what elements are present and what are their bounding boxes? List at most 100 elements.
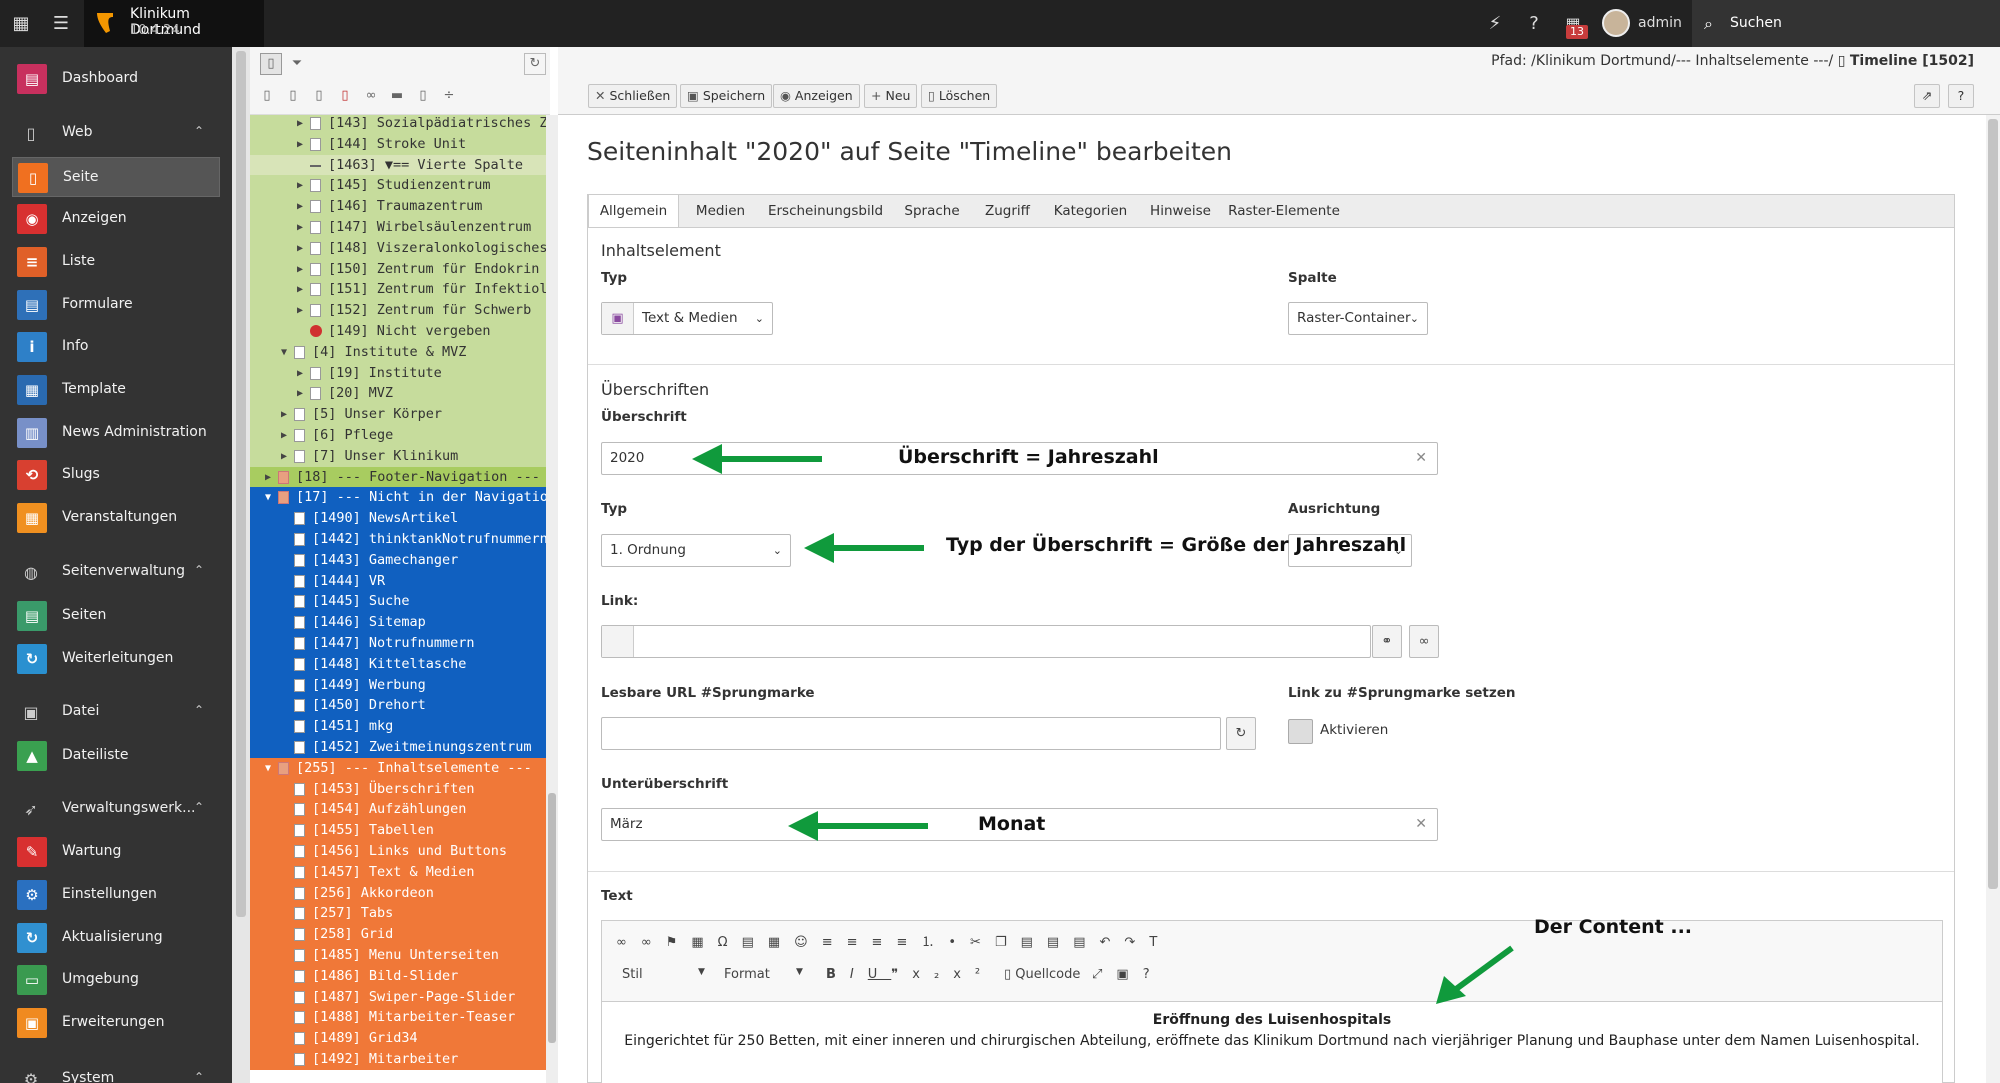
new-button[interactable]: + Neu bbox=[864, 84, 918, 108]
menu-item-slugs[interactable]: ⟲ Slugs bbox=[12, 455, 220, 495]
menu-item-einstellungen[interactable]: ⚙ Einstellungen bbox=[12, 875, 220, 915]
menu-item-template[interactable]: ▦ Template bbox=[12, 370, 220, 410]
rte-paste-icon[interactable]: ▤ bbox=[1021, 935, 1047, 950]
menu-item-weiterleitungen[interactable]: ↻ Weiterleitungen bbox=[12, 639, 220, 679]
expand-icon[interactable]: ▶ bbox=[294, 363, 306, 384]
page-backend-icon[interactable]: ▯ bbox=[308, 85, 330, 107]
rte-anchor-icon[interactable]: ⚑ bbox=[666, 935, 692, 950]
collapse-icon[interactable]: ▼ bbox=[278, 342, 290, 363]
module-menu-scrollbar[interactable] bbox=[232, 47, 250, 1083]
search-button[interactable]: ⌕ Suchen bbox=[1692, 0, 2000, 47]
tree-item[interactable]: [1463] ▼== Vierte Spalte bbox=[250, 154, 546, 176]
tab-zugriff[interactable]: Zugriff bbox=[975, 195, 1040, 228]
rte-quote-icon[interactable]: ❞ bbox=[891, 967, 912, 982]
anchor-checkbox[interactable] bbox=[1288, 719, 1313, 744]
expand-icon[interactable]: ▶ bbox=[294, 238, 306, 259]
tree-item[interactable]: [1454] Aufzählungen bbox=[250, 799, 546, 821]
expand-icon[interactable]: ▶ bbox=[294, 217, 306, 238]
menu-item-erweiterungen[interactable]: ▣ Erweiterungen bbox=[12, 1003, 220, 1043]
menu-group-seitenverwaltung[interactable]: ◍ Seitenverwaltung ⌃ bbox=[0, 552, 232, 592]
menu-item-wartung[interactable]: ✎ Wartung bbox=[12, 832, 220, 872]
tree-item[interactable]: [1444] VR bbox=[250, 570, 546, 592]
tree-item[interactable]: [1490] NewsArtikel bbox=[250, 508, 546, 530]
tree-item[interactable]: [1445] Suche bbox=[250, 591, 546, 613]
rte-align-left-icon[interactable]: ≡ bbox=[822, 935, 847, 950]
content-scrollbar[interactable] bbox=[1986, 115, 2000, 1083]
rte-toolbar-row2b[interactable]: ⤢▣? bbox=[1092, 967, 1164, 982]
tree-item[interactable]: [1453] Überschriften bbox=[250, 778, 546, 800]
expand-icon[interactable]: ▶ bbox=[294, 259, 306, 280]
type-select[interactable]: ▣ Text & Medien ⌄ bbox=[601, 302, 773, 335]
expand-icon[interactable]: ▶ bbox=[294, 196, 306, 217]
tree-item[interactable]: [1449] Werbung bbox=[250, 674, 546, 696]
tree-item[interactable]: [1488] Mitarbeiter-Teaser bbox=[250, 1007, 546, 1029]
calendar-icon[interactable]: ▦ bbox=[1562, 0, 1584, 47]
tree-item[interactable]: [1486] Bild-Slider bbox=[250, 965, 546, 987]
menu-item-formulare[interactable]: ▤ Formulare bbox=[12, 285, 220, 325]
clear-icon[interactable]: ✕ bbox=[1415, 443, 1427, 474]
rte-align-right-icon[interactable]: ≡ bbox=[872, 935, 897, 950]
menu-item-umgebung[interactable]: ▭ Umgebung bbox=[12, 960, 220, 1000]
delete-button[interactable]: ▯ Löschen bbox=[921, 84, 998, 108]
rte-emoji-icon[interactable]: ☺ bbox=[794, 935, 822, 950]
rte-style-select[interactable]: Stil ▼ bbox=[622, 967, 705, 982]
rte-format-select[interactable]: Format ▼ bbox=[724, 967, 803, 982]
link-input[interactable] bbox=[601, 625, 1371, 658]
tree-item[interactable]: [256] Akkordeon bbox=[250, 882, 546, 904]
trash-icon[interactable]: ▯ bbox=[412, 85, 434, 107]
menu-item-veranstaltungen[interactable]: ▦ Veranstaltungen bbox=[12, 498, 220, 538]
tree-item[interactable]: [1447] Notrufnummern bbox=[250, 633, 546, 654]
menu-item-seite[interactable]: ▯ Seite bbox=[12, 157, 220, 197]
expand-icon[interactable]: ▶ bbox=[278, 446, 290, 467]
rte-underline-icon[interactable]: U bbox=[868, 967, 892, 982]
apps-grid-icon[interactable]: ▦ bbox=[8, 0, 34, 47]
expand-icon[interactable]: ▶ bbox=[294, 279, 306, 300]
tree-item[interactable]: ▼ [4] Institute & MVZ bbox=[250, 341, 546, 363]
tree-item[interactable]: ▶ [151] Zentrum für Infektiol bbox=[250, 279, 546, 301]
page-restricted-icon[interactable]: ▯ bbox=[334, 85, 356, 107]
tree-item[interactable]: [1450] Drehort bbox=[250, 695, 546, 717]
separator-icon[interactable]: ÷ bbox=[438, 85, 460, 107]
tree-item[interactable]: [1456] Links und Buttons bbox=[250, 841, 546, 862]
flash-icon[interactable]: ⚡ bbox=[1484, 0, 1506, 47]
rte-link-icon[interactable]: ∞ bbox=[616, 935, 641, 950]
tree-item[interactable]: ▶ [146] Traumazentrum bbox=[250, 196, 546, 218]
tree-item[interactable]: ▼ [255] --- Inhaltselemente --- bbox=[250, 757, 546, 779]
rte-copy-icon[interactable]: ❐ bbox=[995, 935, 1021, 950]
rte-clear-format-icon[interactable]: T bbox=[1149, 935, 1171, 950]
link-browser-button[interactable]: ⚭ bbox=[1372, 625, 1402, 658]
expand-icon[interactable]: ▶ bbox=[262, 467, 274, 488]
expand-icon[interactable]: ▶ bbox=[294, 115, 306, 134]
tree-item[interactable]: [1446] Sitemap bbox=[250, 612, 546, 634]
tree-item[interactable]: [1485] Menu Unterseiten bbox=[250, 945, 546, 966]
open-new-window-button[interactable]: ⇗ bbox=[1914, 84, 1940, 108]
tree-toggle-icon[interactable]: ☰ bbox=[48, 0, 74, 47]
menu-item-anzeigen[interactable]: ◉ Anzeigen bbox=[12, 199, 220, 239]
readable-url-input[interactable] bbox=[601, 717, 1221, 750]
menu-item-aktualisierung[interactable]: ↻ Aktualisierung bbox=[12, 918, 220, 958]
rte-justify-icon[interactable]: ≡ bbox=[896, 935, 921, 950]
expand-icon[interactable]: ▶ bbox=[278, 425, 290, 446]
page-type-icon[interactable]: ▯ bbox=[256, 85, 278, 107]
tab-allgemein[interactable]: Allgemein bbox=[588, 194, 679, 229]
tree-item[interactable]: ▶ [7] Unser Klinikum bbox=[250, 445, 546, 467]
rte-ordered-list-icon[interactable]: ⒈ bbox=[921, 935, 948, 950]
link-icon[interactable]: ∞ bbox=[360, 85, 382, 107]
view-button[interactable]: ◉ Anzeigen bbox=[773, 84, 860, 108]
new-page-icon[interactable]: ▯ bbox=[260, 53, 282, 75]
expand-icon[interactable]: ▶ bbox=[294, 300, 306, 321]
regenerate-url-button[interactable]: ↻ bbox=[1226, 717, 1256, 750]
rte-gallery-icon[interactable]: ▦ bbox=[768, 935, 794, 950]
tree-item[interactable]: ▶ [143] Sozialpädiatrisches Z bbox=[250, 115, 546, 134]
rte-italic-icon[interactable]: I bbox=[850, 967, 868, 982]
close-button[interactable]: ✕ Schließen bbox=[588, 84, 678, 108]
menu-group-verwaltung[interactable]: ➶ Verwaltungswerk... ⌃ bbox=[0, 789, 232, 829]
help-icon[interactable]: ? bbox=[1523, 0, 1545, 47]
menu-group-system[interactable]: ⚙ System ⌃ bbox=[0, 1059, 232, 1083]
tree-item[interactable]: ▶ [6] Pflege bbox=[250, 425, 546, 446]
user-menu[interactable]: admin bbox=[1602, 0, 1682, 47]
collapse-icon[interactable]: ▼ bbox=[262, 758, 274, 779]
help-button[interactable]: ? bbox=[1948, 84, 1974, 108]
tab-sprache[interactable]: Sprache bbox=[889, 195, 975, 228]
menu-item-dashboard[interactable]: ▤ Dashboard bbox=[12, 59, 220, 99]
